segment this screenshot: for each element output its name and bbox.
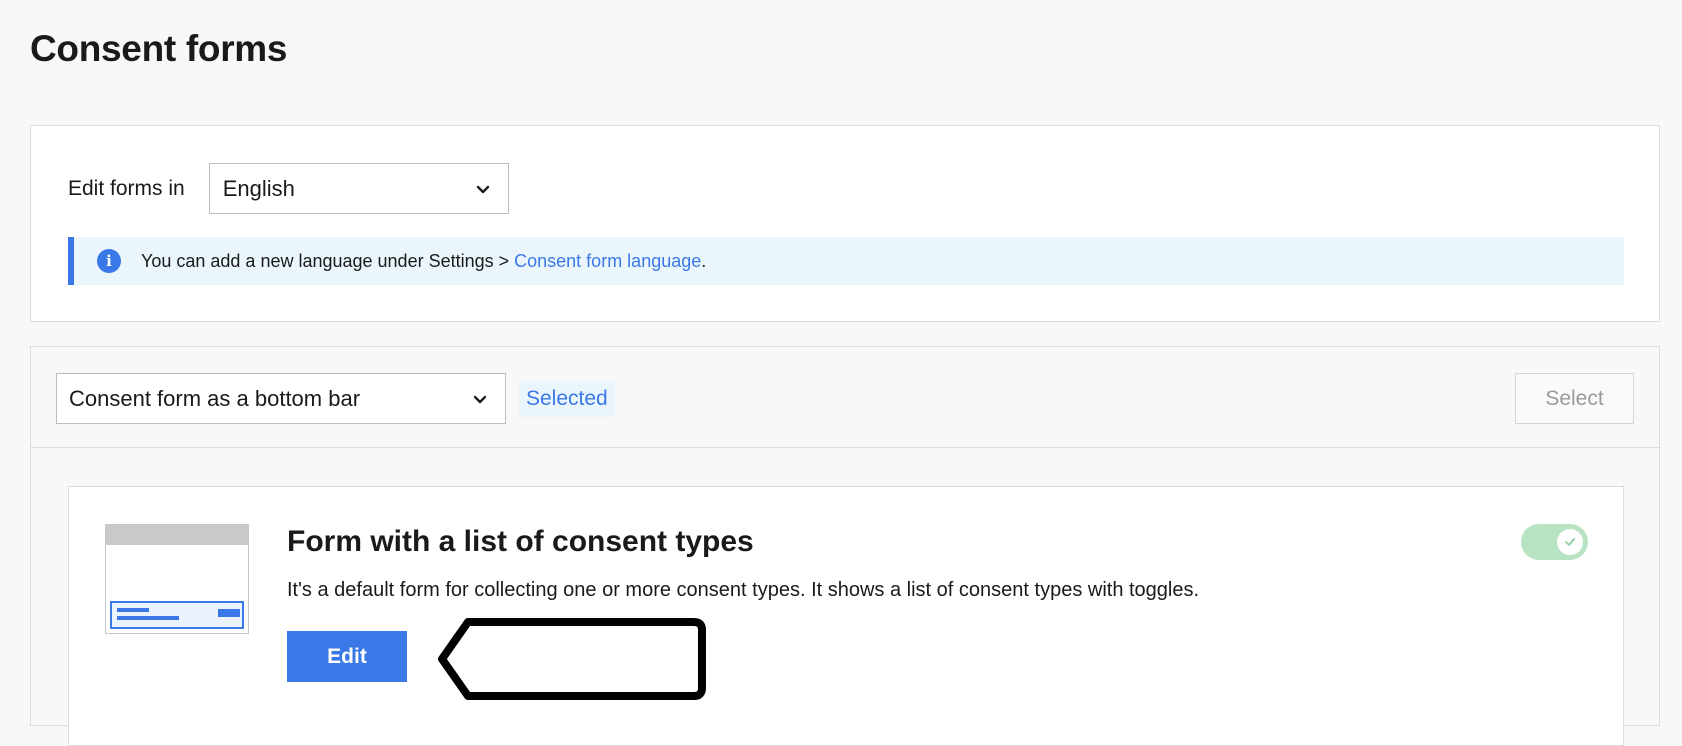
language-panel: Edit forms in English i You can add a ne… xyxy=(30,125,1660,322)
toggle-knob xyxy=(1557,529,1583,555)
edit-button[interactable]: Edit xyxy=(287,631,407,682)
info-icon: i xyxy=(97,249,121,273)
form-type-select-value: Consent form as a bottom bar xyxy=(69,385,361,411)
language-row: Edit forms in English xyxy=(68,163,509,214)
form-card: Form with a list of consent types It's a… xyxy=(68,486,1624,746)
annotation-arrow-outline xyxy=(438,618,706,700)
preview-bottom-bar xyxy=(110,601,244,629)
form-toggle[interactable] xyxy=(1521,524,1588,560)
card-description: It's a default form for collecting one o… xyxy=(287,579,1200,601)
chevron-down-icon xyxy=(476,185,489,193)
page-title: Consent forms xyxy=(30,28,288,69)
info-text: You can add a new language under Setting… xyxy=(141,251,706,272)
consent-form-language-link[interactable]: Consent form language xyxy=(514,251,701,271)
language-label: Edit forms in xyxy=(68,176,185,200)
chevron-down-icon xyxy=(473,395,487,403)
form-type-panel: Consent form as a bottom bar Selected Se… xyxy=(30,346,1660,746)
info-suffix: . xyxy=(701,250,707,271)
card-title: Form with a list of consent types xyxy=(287,525,754,558)
form-type-select[interactable]: Consent form as a bottom bar xyxy=(56,373,506,424)
select-button[interactable]: Select xyxy=(1515,373,1634,424)
selected-badge: Selected xyxy=(519,381,615,417)
form-type-header: Consent form as a bottom bar Selected Se… xyxy=(31,347,1659,448)
bottom-bar-preview-image xyxy=(105,524,249,634)
check-icon xyxy=(1565,538,1575,546)
preview-line xyxy=(117,608,149,612)
preview-button xyxy=(218,609,240,617)
preview-header xyxy=(106,525,248,545)
language-select-value: English xyxy=(222,175,295,201)
language-select[interactable]: English xyxy=(208,163,509,214)
info-message: You can add a new language under Setting… xyxy=(141,250,515,271)
preview-line xyxy=(117,616,179,620)
info-banner: i You can add a new language under Setti… xyxy=(68,237,1624,285)
